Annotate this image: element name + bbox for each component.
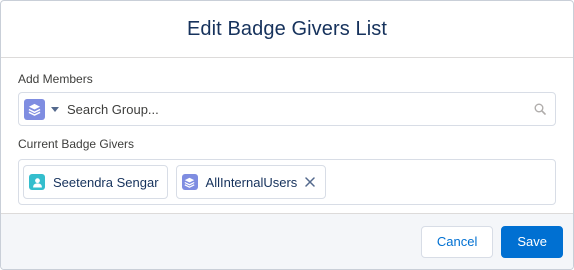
search-icon [525,103,555,115]
modal-title: Edit Badge Givers List [186,17,388,40]
edit-badge-givers-modal: Edit Badge Givers List Add Members Searc… [0,0,574,270]
remove-pill-close-icon[interactable] [303,175,317,189]
pill-label: Seetendra Sengar [53,174,159,190]
user-icon [29,174,45,190]
group-icon [24,98,45,120]
badge-givers-pill-container: Seetendra Sengar AllInternalUsers [18,159,556,205]
modal-header: Edit Badge Givers List [1,1,573,58]
modal-footer: Cancel Save [1,213,573,269]
search-group-input[interactable] [67,93,525,125]
cancel-button[interactable]: Cancel [420,225,494,258]
group-icon [181,174,198,190]
pill-allinternalusers[interactable]: AllInternalUsers [175,165,327,199]
current-badge-givers-label: Current Badge Givers [18,137,135,151]
add-members-label: Add Members [18,72,93,86]
chevron-down-icon [51,106,59,112]
entity-type-picker[interactable] [19,93,67,125]
add-members-lookup [18,92,556,126]
pill-seetendra-sengar[interactable]: Seetendra Sengar [23,165,168,199]
save-button[interactable]: Save [501,225,563,258]
pill-label: AllInternalUsers [205,174,298,190]
modal-body: Add Members Current Ba [1,58,573,214]
